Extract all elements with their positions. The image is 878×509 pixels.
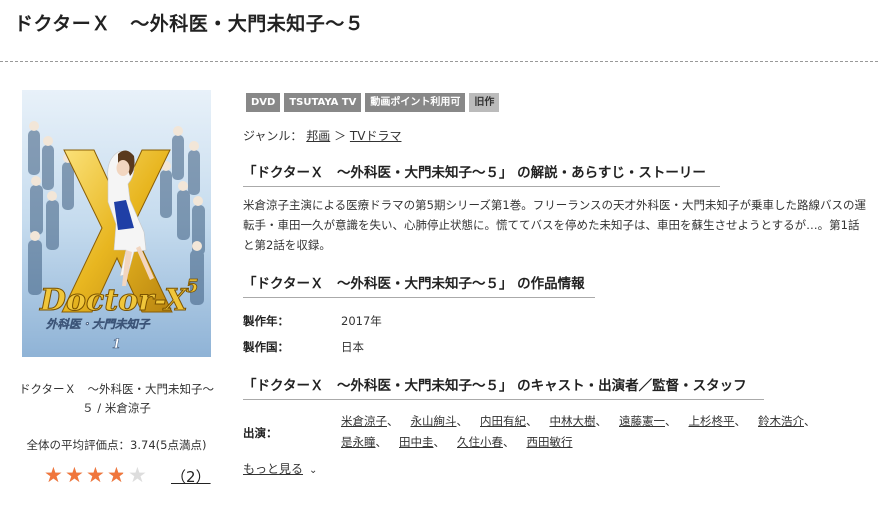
- cast-member: 久住小春、: [457, 432, 515, 453]
- cover-volume: 1: [112, 337, 121, 352]
- production-country-value: 日本: [341, 340, 364, 354]
- star-icon: ★ ★: [44, 463, 63, 487]
- badge-tsutaya-tv: TSUTAYA TV: [284, 93, 362, 112]
- cast-separator: 、: [734, 414, 747, 428]
- review-count-value: 2: [186, 468, 196, 486]
- cast-member-link[interactable]: 西田敏行: [527, 435, 573, 449]
- average-rating-label: 全体の平均評価点：3.74(5点満点): [26, 438, 207, 452]
- cast-separator: 、: [433, 435, 446, 449]
- cast-member: 田中圭、: [399, 432, 445, 453]
- cast-member-link[interactable]: 遠藤憲一: [619, 414, 665, 428]
- badge-points: 動画ポイント利用可: [365, 93, 466, 112]
- cast-separator: 、: [665, 414, 677, 428]
- cast-separator: 、: [595, 414, 608, 428]
- star-icon: ★ ★: [65, 463, 84, 487]
- show-more-label: もっと見る: [243, 462, 304, 476]
- cast-member-link[interactable]: 鈴木浩介: [758, 414, 804, 428]
- cover-logo-subtitle: 外科医・大門未知子: [45, 317, 151, 331]
- badge-dvd: DVD: [246, 93, 281, 112]
- cast-separator: 、: [456, 414, 469, 428]
- synopsis-heading: 「ドクターＸ ～外科医・大門未知子～５」 の解説・あらすじ・ストーリー: [243, 161, 720, 187]
- cast-member: 是永瞳、: [341, 432, 387, 453]
- production-year-label: 製作年：: [243, 314, 289, 328]
- synopsis-text: 米倉涼子主演による医療ドラマの第5期シリーズ第1巻。フリーランスの天才外科医・大…: [243, 198, 866, 252]
- cast-member: 米倉涼子、: [341, 411, 399, 432]
- cast-member: 鈴木浩介、: [758, 411, 816, 432]
- production-country-label: 製作国：: [243, 340, 289, 354]
- cast-member-link[interactable]: 是永瞳: [341, 435, 376, 449]
- cast-member: 中林大樹、: [550, 411, 608, 432]
- cast-member-link[interactable]: 上杉柊平: [689, 414, 735, 428]
- cast-member-link[interactable]: 田中圭: [399, 435, 434, 449]
- cast-member-link[interactable]: 中林大樹: [550, 414, 596, 428]
- cast-label: 出演：: [243, 426, 278, 440]
- cast-member-link[interactable]: 永山絢斗: [411, 414, 457, 428]
- cast-member-link[interactable]: 米倉涼子: [341, 414, 387, 428]
- genre-link-tv-drama[interactable]: TVドラマ: [350, 129, 402, 143]
- show-more-link[interactable]: もっと見る ⌄: [243, 460, 317, 477]
- cast-list: 米倉涼子、 永山絢斗、 内田有紀、 中林大樹、 遠藤憲一、 上杉柊平、 鈴木浩介、是永瞳、田…: [341, 411, 871, 453]
- cast-member-link[interactable]: 久住小春: [457, 435, 503, 449]
- cast-separator: 、: [526, 414, 538, 428]
- cast-member: 上杉柊平、: [689, 411, 747, 432]
- chevron-down-icon: ⌄: [309, 465, 318, 476]
- work-info-heading: 「ドクターＸ ～外科医・大門未知子～５」 の作品情報: [243, 272, 595, 298]
- rating-stars: ★ ★ ★ ★ ★ ★ ★ ★ ★: [44, 464, 154, 486]
- cast-separator: 、: [804, 414, 816, 428]
- header-divider: [0, 61, 878, 62]
- cast-member: 永山絢斗、: [411, 411, 469, 432]
- cover-logo: Doctor-X: [39, 283, 189, 318]
- cover-image[interactable]: Doctor-X 5 外科医・大門未知子 1: [22, 90, 211, 357]
- cast-separator: 、: [503, 435, 515, 449]
- genre-separator: ＞: [334, 129, 347, 143]
- cover-caption[interactable]: ドクターＸ ～外科医・大門未知子～５ / 米倉涼子: [14, 380, 219, 418]
- star-icon: ★: [128, 463, 147, 487]
- cast-member: 遠藤憲一、: [619, 411, 677, 432]
- star-icon: ★ ★: [86, 463, 105, 487]
- genre-label: ジャンル：: [243, 129, 303, 143]
- review-count-link[interactable]: （2）: [171, 466, 211, 487]
- cast-separator: 、: [375, 435, 388, 449]
- cast-separator: 、: [387, 414, 399, 428]
- page-title: ドクターＸ ～外科医・大門未知子～５: [14, 13, 365, 35]
- badge-list: DVD TSUTAYA TV 動画ポイント利用可 旧作: [246, 93, 500, 112]
- production-year-value: 2017年: [341, 314, 382, 328]
- genre-link-hougaku[interactable]: 邦画: [306, 129, 330, 143]
- cast-member: 西田敏行: [527, 432, 573, 453]
- genre-breadcrumb: ジャンル： 邦画 ＞ TVドラマ: [243, 127, 401, 144]
- star-icon: ★ ★: [107, 463, 126, 487]
- cast-member: 内田有紀、: [480, 411, 538, 432]
- badge-old-title: 旧作: [469, 93, 500, 112]
- cast-member-link[interactable]: 内田有紀: [480, 414, 526, 428]
- cast-heading: 「ドクターＸ ～外科医・大門未知子～５」 のキャスト・出演者／監督・スタッフ: [243, 374, 764, 400]
- cover-logo-number: 5: [186, 276, 199, 297]
